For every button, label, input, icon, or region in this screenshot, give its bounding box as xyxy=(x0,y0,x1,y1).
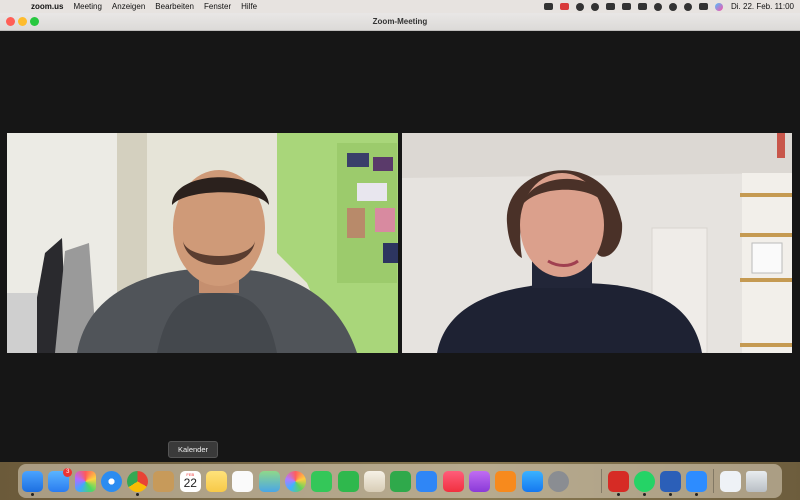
record-status-icon[interactable] xyxy=(560,3,569,10)
running-indicator xyxy=(31,492,34,496)
menu-bar: zoom.us Meeting Anzeigen Bearbeiten Fens… xyxy=(0,0,800,13)
dock-tooltip: Kalender xyxy=(168,441,218,458)
time-machine-icon[interactable] xyxy=(669,2,677,11)
running-indicator xyxy=(669,492,673,496)
preview-icon[interactable] xyxy=(363,470,385,492)
downloads-stack-icon[interactable] xyxy=(719,470,741,492)
question-mark-icon[interactable] xyxy=(574,471,595,492)
participant-video-frame xyxy=(402,133,792,353)
whatsapp-icon[interactable] xyxy=(633,470,655,496)
calendar-icon[interactable]: FEB 22 xyxy=(179,470,201,492)
creative-cloud-icon[interactable] xyxy=(576,2,584,11)
menu-item-bearbeiten[interactable]: Bearbeiten xyxy=(155,0,194,13)
title-bar[interactable]: Zoom-Meeting xyxy=(0,13,800,31)
books-icon[interactable] xyxy=(495,470,517,492)
music-icon[interactable] xyxy=(442,470,464,492)
zoom-icon[interactable] xyxy=(686,470,708,496)
running-indicator xyxy=(616,492,620,496)
bluetooth-icon[interactable] xyxy=(622,3,631,10)
notes-icon[interactable] xyxy=(206,470,228,492)
chrome-icon[interactable] xyxy=(127,470,149,496)
wifi-icon[interactable] xyxy=(654,2,662,11)
launchpad-icon[interactable] xyxy=(74,470,96,492)
search-icon[interactable] xyxy=(684,2,692,11)
check-status-icon[interactable] xyxy=(591,2,599,11)
app-store-icon[interactable] xyxy=(521,470,543,492)
battery-icon[interactable] xyxy=(638,3,647,10)
reminders-icon[interactable] xyxy=(232,470,254,492)
menu-item-fenster[interactable]: Fenster xyxy=(204,0,231,13)
mail-badge: 3 xyxy=(63,467,73,477)
menu-item-meeting[interactable]: Meeting xyxy=(73,0,101,13)
dock: 3 FEB 22 xyxy=(18,464,782,498)
participant-video-left[interactable] xyxy=(7,133,398,353)
podcasts-icon[interactable] xyxy=(469,470,491,492)
zoom-window: Zoom-Meeting xyxy=(0,13,800,465)
photos-icon[interactable] xyxy=(284,470,306,492)
participant-video-right[interactable] xyxy=(402,133,792,353)
system-settings-icon[interactable] xyxy=(547,470,569,492)
dock-separator xyxy=(600,469,602,493)
numbers-icon[interactable] xyxy=(390,470,412,492)
maps-icon[interactable] xyxy=(258,470,280,492)
facetime-icon[interactable] xyxy=(337,470,359,492)
menu-app-name[interactable]: zoom.us xyxy=(31,0,63,13)
finder-icon[interactable] xyxy=(22,470,43,496)
keynote-icon[interactable] xyxy=(416,470,438,492)
running-indicator xyxy=(136,492,140,496)
clock[interactable]: Di. 22. Feb. 11:00 xyxy=(731,0,794,13)
tooltip-target-app-icon[interactable] xyxy=(153,470,175,492)
dock-separator xyxy=(712,469,714,493)
control-center-icon[interactable] xyxy=(699,3,708,10)
calendar-day: 22 xyxy=(183,475,197,490)
mail-icon[interactable]: 3 xyxy=(48,467,73,492)
participant-video-frame xyxy=(7,133,398,353)
menu-item-anzeigen[interactable]: Anzeigen xyxy=(112,0,145,13)
running-indicator xyxy=(642,492,646,496)
trash-icon[interactable] xyxy=(746,470,768,492)
menu-item-hilfe[interactable]: Hilfe xyxy=(241,0,257,13)
status-area: Di. 22. Feb. 11:00 xyxy=(537,0,794,13)
volume-icon[interactable] xyxy=(606,3,615,10)
word-icon[interactable] xyxy=(660,470,682,496)
safari-icon[interactable] xyxy=(100,470,122,492)
messages-icon[interactable] xyxy=(311,470,333,492)
zoom-status-icon[interactable] xyxy=(544,3,553,10)
running-indicator xyxy=(695,492,699,496)
acrobat-icon[interactable] xyxy=(607,470,629,496)
window-title: Zoom-Meeting xyxy=(372,17,428,26)
siri-icon[interactable] xyxy=(715,2,723,11)
